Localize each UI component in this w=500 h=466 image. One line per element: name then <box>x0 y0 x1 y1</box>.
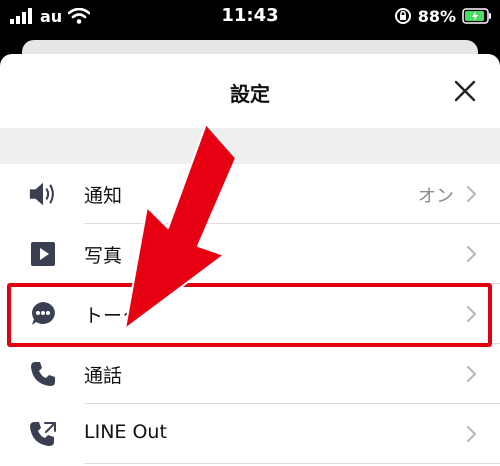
sheet-header: 設定 <box>0 54 500 128</box>
chevron-right-icon <box>467 366 476 382</box>
play-icon <box>28 240 58 268</box>
section-separator <box>0 128 500 164</box>
status-bar-right: 88% <box>394 6 492 26</box>
close-icon[interactable] <box>450 76 480 106</box>
chevron-right-icon <box>467 426 476 442</box>
chevron-right-icon <box>467 246 476 262</box>
orientation-lock-icon <box>394 8 411 24</box>
speaker-icon <box>28 180 58 208</box>
settings-item-label: 通知 <box>84 185 123 207</box>
page-title: 設定 <box>230 82 270 106</box>
chevron-right-icon <box>467 186 476 202</box>
battery-charging-icon <box>462 8 491 24</box>
settings-sheet: 設定 通知 オン 写真 トーク 通話 LINE Out <box>0 54 500 466</box>
status-bar: au 11:43 88% <box>0 0 500 34</box>
settings-item-label: LINE Out <box>84 421 167 443</box>
phone-icon <box>28 360 58 388</box>
settings-item-line-out[interactable]: LINE Out <box>0 404 500 464</box>
settings-item-photos[interactable]: 写真 <box>0 224 500 284</box>
settings-item-notifications[interactable]: 通知 オン <box>0 164 500 224</box>
settings-item-label: 写真 <box>84 245 123 267</box>
settings-item-label: 通話 <box>84 365 123 387</box>
battery-percent: 88% <box>417 6 456 26</box>
settings-item-calls[interactable]: 通話 <box>0 344 500 404</box>
line-out-phone-icon <box>28 420 58 448</box>
highlight-box <box>7 283 492 347</box>
row-divider <box>84 463 500 464</box>
settings-item-value: オン <box>418 186 454 207</box>
